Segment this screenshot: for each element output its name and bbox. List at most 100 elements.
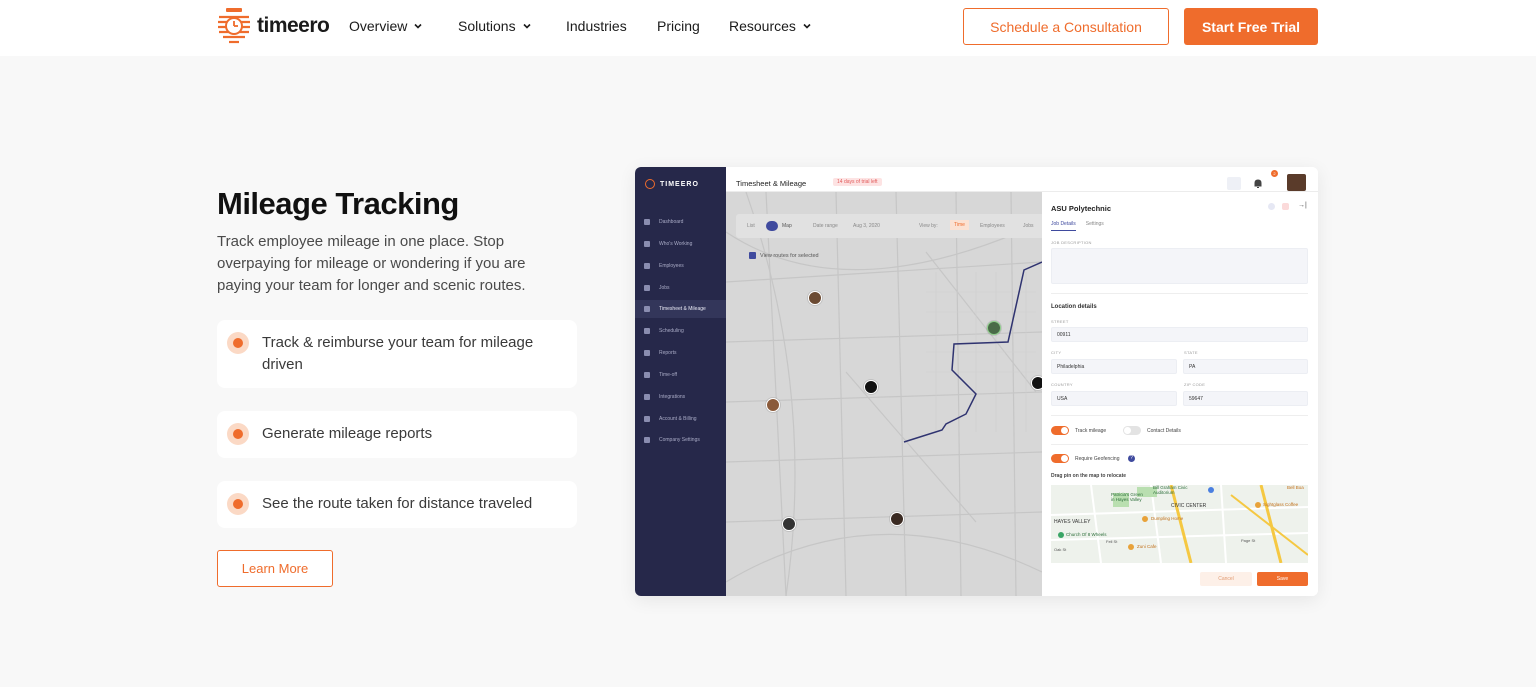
timesheet-icon bbox=[644, 306, 650, 312]
location-heading: Location details bbox=[1051, 304, 1097, 310]
street-field: 00911 bbox=[1051, 327, 1308, 342]
employee-map-pin bbox=[782, 517, 796, 531]
users-icon bbox=[644, 263, 650, 269]
bell-icon bbox=[1254, 179, 1262, 188]
sidebar-item-account-billing: Account & Billing bbox=[635, 410, 726, 428]
avatar bbox=[1287, 174, 1306, 191]
city-field: Philadelphia bbox=[1051, 359, 1177, 374]
street-label: STREET bbox=[1051, 319, 1069, 324]
clock-icon bbox=[644, 241, 650, 247]
nav-pricing-label: Pricing bbox=[657, 18, 700, 34]
sidebar-item-label: Time-off bbox=[659, 372, 678, 378]
feature-card: See the route taken for distance travele… bbox=[217, 481, 577, 528]
employee-map-pin bbox=[987, 321, 1001, 335]
bullet-dot-icon bbox=[227, 423, 249, 445]
nav-resources[interactable]: Resources bbox=[729, 18, 812, 34]
employee-map-pin bbox=[766, 398, 780, 412]
chevron-down-icon bbox=[523, 23, 531, 29]
trial-badge: 14 days of trial left bbox=[833, 178, 882, 186]
sidebar-item-employees: Employees bbox=[635, 257, 726, 275]
chevron-down-icon bbox=[803, 23, 811, 29]
nav-industries-label: Industries bbox=[566, 18, 627, 34]
employee-map-pin bbox=[808, 291, 822, 305]
help-icon: ? bbox=[1128, 455, 1135, 462]
time-off-icon bbox=[644, 372, 650, 378]
nav-overview[interactable]: Overview bbox=[349, 18, 423, 34]
city-label: CITY bbox=[1051, 350, 1062, 355]
nav-resources-label: Resources bbox=[729, 18, 796, 34]
close-panel-icon: →| bbox=[1298, 202, 1307, 209]
delete-icon bbox=[1282, 203, 1289, 210]
state-field: PA bbox=[1183, 359, 1308, 374]
geofencing-toggle bbox=[1051, 454, 1069, 463]
tab-job-details: Job Details bbox=[1051, 221, 1076, 231]
nav-pricing[interactable]: Pricing bbox=[657, 18, 700, 34]
map-label: Church Of 8 Wheels bbox=[1066, 532, 1107, 537]
save-button: Save bbox=[1257, 572, 1308, 586]
contact-details-toggle bbox=[1123, 426, 1141, 435]
panel-tabs: Job Details Settings bbox=[1051, 221, 1104, 231]
map-label: Bill Graham Civic Auditorium bbox=[1153, 485, 1188, 495]
edit-icon bbox=[1268, 203, 1275, 210]
bullet-dot-icon bbox=[227, 332, 249, 354]
app-header: Timesheet & Mileage 14 days of trial lef… bbox=[726, 167, 1318, 192]
sidebar-item-label: Integrations bbox=[659, 394, 686, 400]
map-label: HAYES VALLEY bbox=[1054, 519, 1091, 525]
map-label: CIVIC CENTER bbox=[1171, 503, 1207, 509]
map-label: Bell Boa bbox=[1287, 485, 1304, 490]
logo[interactable]: timeero bbox=[217, 7, 330, 45]
nav-solutions[interactable]: Solutions bbox=[458, 18, 532, 34]
track-mileage-label: Track mileage bbox=[1075, 428, 1107, 434]
sidebar-item-scheduling: Scheduling bbox=[635, 322, 726, 340]
logo-text: timeero bbox=[257, 14, 330, 37]
notification-count: 2 bbox=[1271, 170, 1278, 177]
app-screenshot: TIMEERO Dashboard Who's Working Employee… bbox=[635, 167, 1318, 596]
map-label: Dumpling Home bbox=[1151, 516, 1184, 521]
feature-text: See the route taken for distance travele… bbox=[262, 495, 533, 512]
sidebar-item-timesheet: Timesheet & Mileage bbox=[635, 300, 726, 318]
sidebar-item-label: Employees bbox=[659, 263, 684, 269]
job-description-label: JOB DESCRIPTION bbox=[1051, 240, 1092, 245]
hero-description: Track employee mileage in one place. Sto… bbox=[217, 233, 526, 294]
calendar-icon bbox=[644, 328, 650, 334]
schedule-consultation-button[interactable]: Schedule a Consultation bbox=[963, 8, 1169, 45]
state-label: STATE bbox=[1184, 350, 1198, 355]
app-brand-text: TIMEERO bbox=[660, 180, 699, 188]
sidebar-item-label: Timesheet & Mileage bbox=[659, 306, 706, 312]
divider bbox=[1051, 415, 1308, 416]
sidebar-item-label: Scheduling bbox=[659, 328, 684, 334]
divider bbox=[1051, 293, 1308, 294]
app-brand: TIMEERO bbox=[645, 179, 699, 189]
nav-overview-label: Overview bbox=[349, 18, 408, 34]
reports-icon bbox=[644, 350, 650, 356]
sidebar-item-label: Company Settings bbox=[659, 437, 700, 443]
feature-text: Track & reimburse your team for mileage … bbox=[262, 334, 534, 373]
integrations-icon bbox=[644, 394, 650, 400]
sidebar-item-company-settings: Company Settings bbox=[635, 431, 726, 449]
learn-more-button[interactable]: Learn More bbox=[217, 550, 333, 587]
zip-label: ZIP CODE bbox=[1184, 382, 1206, 387]
feature-text: Generate mileage reports bbox=[262, 425, 433, 442]
chevron-down-icon bbox=[414, 23, 422, 29]
sidebar-item-label: Dashboard bbox=[659, 219, 684, 225]
feature-card: Generate mileage reports bbox=[217, 411, 577, 458]
contact-details-label: Contact Details bbox=[1147, 428, 1181, 434]
drag-pin-hint: Drag pin on the map to relocate bbox=[1051, 473, 1127, 479]
map-label: Zuni Cafe bbox=[1137, 544, 1157, 549]
geofencing-label: Require Geofencing bbox=[1075, 456, 1120, 462]
tab-settings: Settings bbox=[1085, 221, 1104, 227]
nav-industries[interactable]: Industries bbox=[566, 18, 627, 34]
dashboard-icon bbox=[644, 219, 650, 225]
sidebar-item-label: Account & Billing bbox=[659, 416, 697, 422]
map-label: Oak St bbox=[1054, 547, 1067, 552]
bullet-dot-icon bbox=[227, 493, 249, 515]
job-title: ASU Polytechnic bbox=[1051, 204, 1112, 213]
timeero-logo-icon bbox=[645, 179, 655, 189]
map-label: Fell St bbox=[1106, 539, 1118, 544]
track-mileage-toggle bbox=[1051, 426, 1069, 435]
sidebar-item-dashboard: Dashboard bbox=[635, 213, 726, 231]
employee-map-pin bbox=[864, 380, 878, 394]
start-free-trial-button[interactable]: Start Free Trial bbox=[1184, 8, 1318, 45]
top-navbar: timeero Overview Solutions Industries Pr… bbox=[0, 0, 1536, 56]
sidebar-item-integrations: Integrations bbox=[635, 388, 726, 406]
